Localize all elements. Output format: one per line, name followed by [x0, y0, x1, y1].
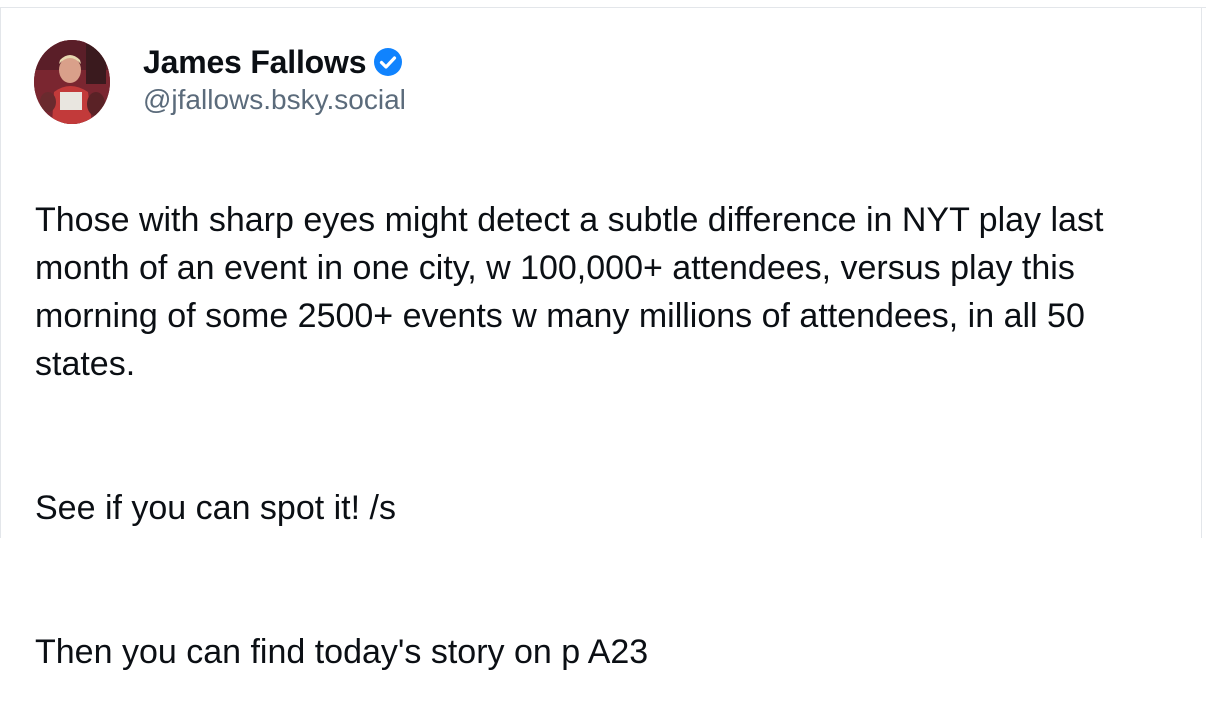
card-top-border: [0, 7, 1206, 8]
verified-check-icon[interactable]: [372, 46, 404, 78]
card-left-border: [0, 7, 1, 538]
author-display-name[interactable]: James Fallows: [143, 44, 366, 81]
post-paragraph: See if you can spot it! /s: [35, 489, 396, 527]
card-right-border: [1201, 7, 1202, 538]
post-paragraph: Those with sharp eyes might detect a sub…: [35, 201, 1104, 383]
post-author: James Fallows @jfallows.bsky.social: [143, 42, 406, 116]
post-body: Those with sharp eyes might detect a sub…: [35, 148, 1185, 724]
post-card[interactable]: James Fallows @jfallows.bsky.social Thos…: [0, 0, 1206, 671]
avatar[interactable]: [34, 40, 110, 124]
avatar-photo-icon: [34, 40, 110, 124]
author-name-row: James Fallows: [143, 42, 406, 82]
post-paragraph: Then you can find today's story on p A23: [35, 633, 649, 671]
author-handle[interactable]: @jfallows.bsky.social: [143, 84, 406, 116]
